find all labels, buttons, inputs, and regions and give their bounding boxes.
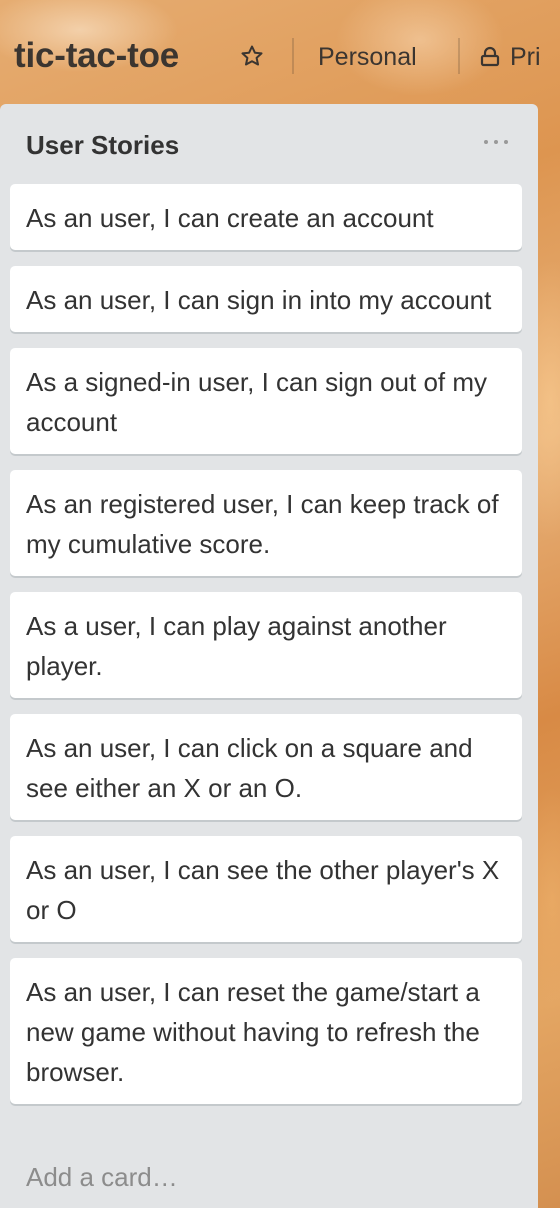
more-icon (504, 140, 508, 144)
card[interactable]: As a user, I can play against another pl… (10, 592, 522, 698)
list-user-stories: User Stories As an user, I can create an… (0, 104, 538, 1208)
card[interactable]: As an user, I can see the other player's… (10, 836, 522, 942)
card[interactable]: As a signed-in user, I can sign out of m… (10, 348, 522, 454)
lock-icon (480, 46, 500, 67)
board-title[interactable]: tic-tac-toe (14, 36, 179, 76)
card[interactable]: As an user, I can click on a square and … (10, 714, 522, 820)
team-button[interactable]: Personal (306, 38, 429, 76)
star-button[interactable] (238, 42, 266, 70)
privacy-label: Pri (510, 43, 541, 71)
header-divider (292, 38, 294, 74)
card[interactable]: As an user, I can create an account (10, 184, 522, 250)
list-title[interactable]: User Stories (26, 130, 179, 161)
header-divider (458, 38, 460, 74)
card[interactable]: As an user, I can sign in into my accoun… (10, 266, 522, 332)
star-icon (241, 45, 263, 66)
add-card-button[interactable]: Add a card… (26, 1162, 178, 1193)
card[interactable]: As an user, I can reset the game/start a… (10, 958, 522, 1104)
card[interactable]: As an registered user, I can keep track … (10, 470, 522, 576)
list-menu-button[interactable] (484, 132, 508, 152)
card-list: As an user, I can create an account As a… (10, 184, 522, 1120)
more-icon (494, 140, 498, 144)
board-header: tic-tac-toe Personal Pri (0, 0, 560, 104)
more-icon (484, 140, 488, 144)
privacy-button[interactable]: Pri (478, 38, 541, 76)
